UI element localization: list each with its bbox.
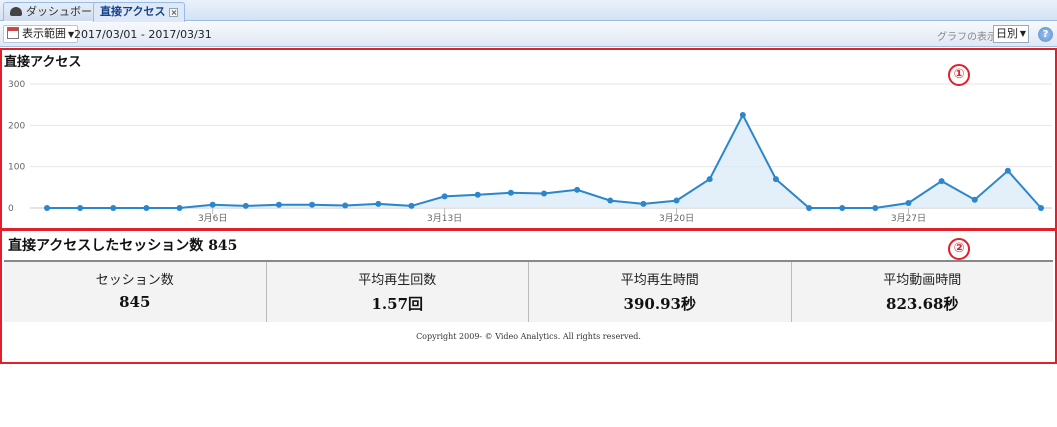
stat-value: 823.68秒: [886, 295, 959, 313]
data-point: [309, 201, 316, 208]
x-tick-label: 3月27日: [891, 213, 926, 224]
chart-title: 直接アクセス: [4, 55, 82, 70]
data-point: [44, 205, 50, 211]
annotation-marker-1: ①: [948, 64, 970, 86]
copyright-text: Copyright 2009- © Video Analytics. All r…: [416, 332, 641, 341]
stat-value: 845: [119, 293, 151, 311]
data-point: [77, 205, 84, 211]
data-point: [1038, 205, 1044, 211]
stat-value: 390.93秒: [623, 295, 696, 313]
x-tick-label: 3月20日: [659, 213, 694, 224]
x-tick-label: 3月6日: [198, 213, 227, 224]
annotation-marker-2: ②: [948, 238, 970, 260]
y-tick-label: 200: [8, 121, 25, 131]
data-point: [176, 205, 183, 211]
stat-value: 1.57回: [371, 295, 424, 313]
data-point: [143, 205, 150, 211]
graph-period-value: 日別: [996, 27, 1018, 40]
data-point: [971, 196, 978, 203]
stat-label: 平均再生時間: [620, 273, 699, 288]
access-chart: 0 100 200 300 3月6日 3月13日 3月20日 3月27日: [8, 80, 1052, 224]
data-point: [673, 197, 680, 204]
data-point: [905, 200, 912, 207]
graph-display-label: グラフの表示: [937, 32, 997, 43]
dashboard-icon: [10, 7, 22, 16]
session-title: 直接アクセスしたセッション数 845: [8, 235, 237, 255]
data-point: [242, 202, 249, 209]
data-point: [839, 205, 846, 211]
stat-label: 平均動画時間: [883, 273, 962, 288]
data-point: [209, 201, 216, 208]
stat-avg-video-length: 平均動画時間 823.68秒: [792, 262, 1054, 322]
y-tick-label: 100: [8, 163, 25, 173]
data-point: [474, 191, 481, 198]
data-point: [441, 193, 448, 200]
chevron-down-icon: ▼: [1019, 29, 1026, 38]
stat-label: セッション数: [95, 273, 174, 288]
tab-bar: ダッシュボード 直接アクセス ×: [0, 0, 1057, 22]
graph-period-select[interactable]: 日別 ▼: [993, 25, 1029, 43]
data-point: [1004, 167, 1011, 174]
stat-avg-plays: 平均再生回数 1.57回: [267, 262, 529, 322]
close-icon[interactable]: ×: [169, 8, 179, 17]
range-button[interactable]: 表示範囲 ▼: [3, 25, 79, 43]
session-title-text: 直接アクセスしたセッション数: [8, 238, 204, 254]
calendar-icon: [7, 27, 19, 39]
x-tick-label: 3月13日: [427, 213, 462, 224]
stats-table: セッション数 845 平均再生回数 1.57回 平均再生時間 390.93秒 平…: [4, 260, 1053, 322]
data-point: [938, 178, 945, 185]
data-point: [574, 186, 581, 193]
y-tick-label: 0: [8, 204, 14, 214]
tab-direct-access-label: 直接アクセス: [100, 5, 166, 18]
help-icon[interactable]: ?: [1038, 27, 1053, 42]
stat-label: 平均再生回数: [358, 273, 437, 288]
session-count: 845: [208, 238, 238, 254]
date-range-text: 2017/03/01 - 2017/03/31: [74, 28, 212, 41]
data-point: [408, 202, 415, 209]
data-point: [541, 190, 547, 197]
data-point: [872, 205, 879, 211]
stat-avg-play-time: 平均再生時間 390.93秒: [529, 262, 792, 322]
data-point: [507, 189, 514, 196]
data-point: [706, 176, 713, 183]
range-button-label: 表示範囲: [22, 27, 66, 40]
tab-dashboard-label: ダッシュボード: [26, 5, 103, 18]
toolbar: 表示範囲 ▼ 2017/03/01 - 2017/03/31 グラフの表示 日別 ▼…: [0, 22, 1057, 47]
tab-direct-access[interactable]: 直接アクセス ×: [93, 2, 186, 22]
data-point: [110, 205, 117, 211]
data-point: [342, 202, 349, 209]
data-point: [739, 112, 746, 118]
data-point: [772, 176, 779, 183]
data-point: [275, 201, 282, 208]
data-point: [375, 200, 382, 207]
data-point: [806, 205, 813, 211]
data-point: [607, 197, 614, 204]
stat-sessions: セッション数 845: [4, 262, 267, 322]
y-tick-label: 300: [8, 80, 25, 90]
data-point: [640, 200, 647, 207]
